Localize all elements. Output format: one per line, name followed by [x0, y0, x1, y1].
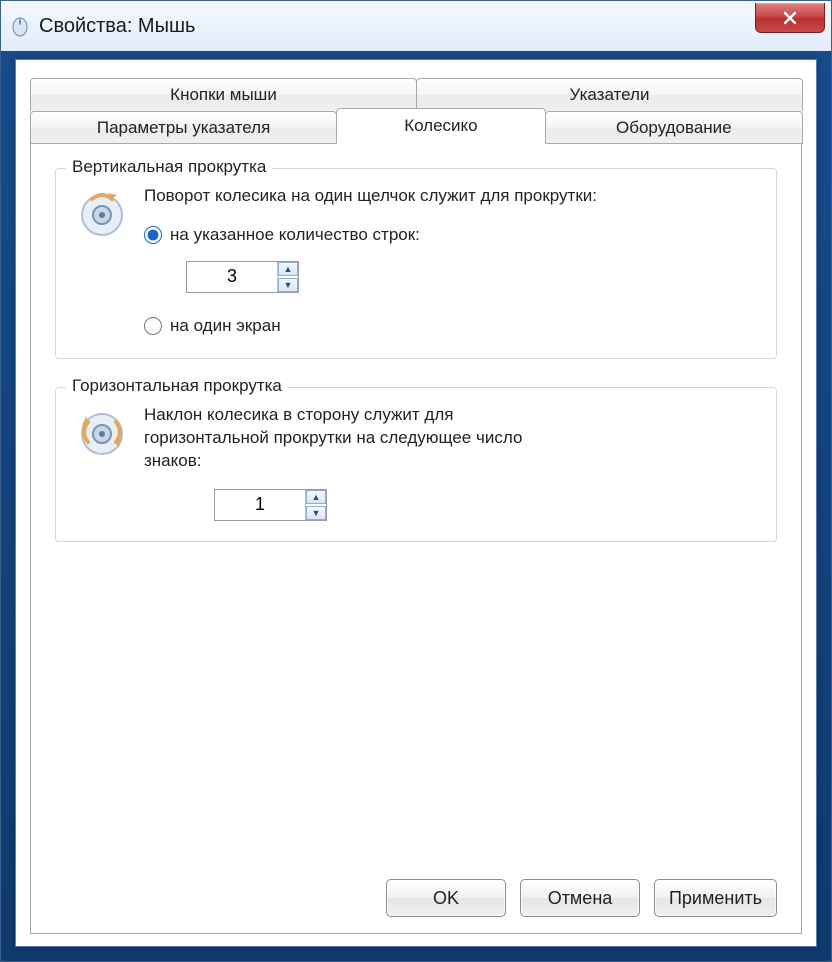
cancel-button[interactable]: Отмена [520, 879, 640, 917]
chevron-down-icon: ▼ [312, 507, 321, 519]
lines-up-button[interactable]: ▲ [278, 262, 298, 276]
close-button[interactable] [755, 3, 825, 33]
tab-strip: Кнопки мыши Указатели Параметры указател… [16, 60, 816, 144]
group-horizontal-scroll: Горизонтальная прокрутка [55, 387, 777, 542]
tab-pointer-options[interactable]: Параметры указателя [30, 111, 337, 144]
wheel-vertical-icon [74, 185, 130, 241]
ok-button[interactable]: OK [386, 879, 506, 917]
radio-lines-label: на указанное количество строк: [170, 224, 420, 247]
mouse-icon [9, 15, 31, 37]
titlebar[interactable]: Свойства: Мышь [1, 1, 831, 51]
radio-screen-label: на один экран [170, 315, 281, 338]
group-vertical-title: Вертикальная прокрутка [66, 157, 272, 177]
mouse-properties-dialog: Свойства: Мышь Кнопки мыши Указатели Пар… [0, 0, 832, 962]
close-icon [783, 11, 797, 25]
radio-lines-input[interactable] [144, 226, 162, 244]
lines-spinner: ▲ ▼ [186, 261, 299, 293]
tab-content-wheel: Вертикальная прокрутка Поворот колесика … [30, 144, 802, 934]
tab-pointers[interactable]: Указатели [416, 78, 803, 111]
lines-input[interactable] [187, 262, 277, 292]
chevron-down-icon: ▼ [284, 279, 293, 291]
button-bar: OK Отмена Применить [386, 879, 777, 917]
horizontal-caption: Наклон колесика в сторону служит для гор… [144, 404, 524, 473]
radio-screen-input[interactable] [144, 317, 162, 335]
vertical-caption: Поворот колесика на один щелчок служит д… [144, 185, 758, 208]
tab-hardware[interactable]: Оборудование [545, 111, 803, 144]
group-horizontal-title: Горизонтальная прокрутка [66, 376, 288, 396]
chevron-up-icon: ▲ [284, 263, 293, 275]
tab-buttons[interactable]: Кнопки мыши [30, 78, 417, 111]
lines-down-button[interactable]: ▼ [278, 278, 298, 292]
chars-up-button[interactable]: ▲ [306, 490, 326, 504]
chevron-up-icon: ▲ [312, 491, 321, 503]
apply-button[interactable]: Применить [654, 879, 777, 917]
tab-wheel[interactable]: Колесико [336, 108, 546, 144]
wheel-horizontal-icon [74, 404, 130, 460]
group-vertical-scroll: Вертикальная прокрутка Поворот колесика … [55, 168, 777, 359]
chars-down-button[interactable]: ▼ [306, 506, 326, 520]
title-text: Свойства: Мышь [39, 15, 823, 38]
chars-input[interactable] [215, 490, 305, 520]
chars-spinner: ▲ ▼ [214, 489, 327, 521]
client-area: Кнопки мыши Указатели Параметры указател… [15, 59, 817, 947]
radio-screen[interactable]: на один экран [144, 315, 758, 338]
radio-lines[interactable]: на указанное количество строк: [144, 224, 758, 247]
